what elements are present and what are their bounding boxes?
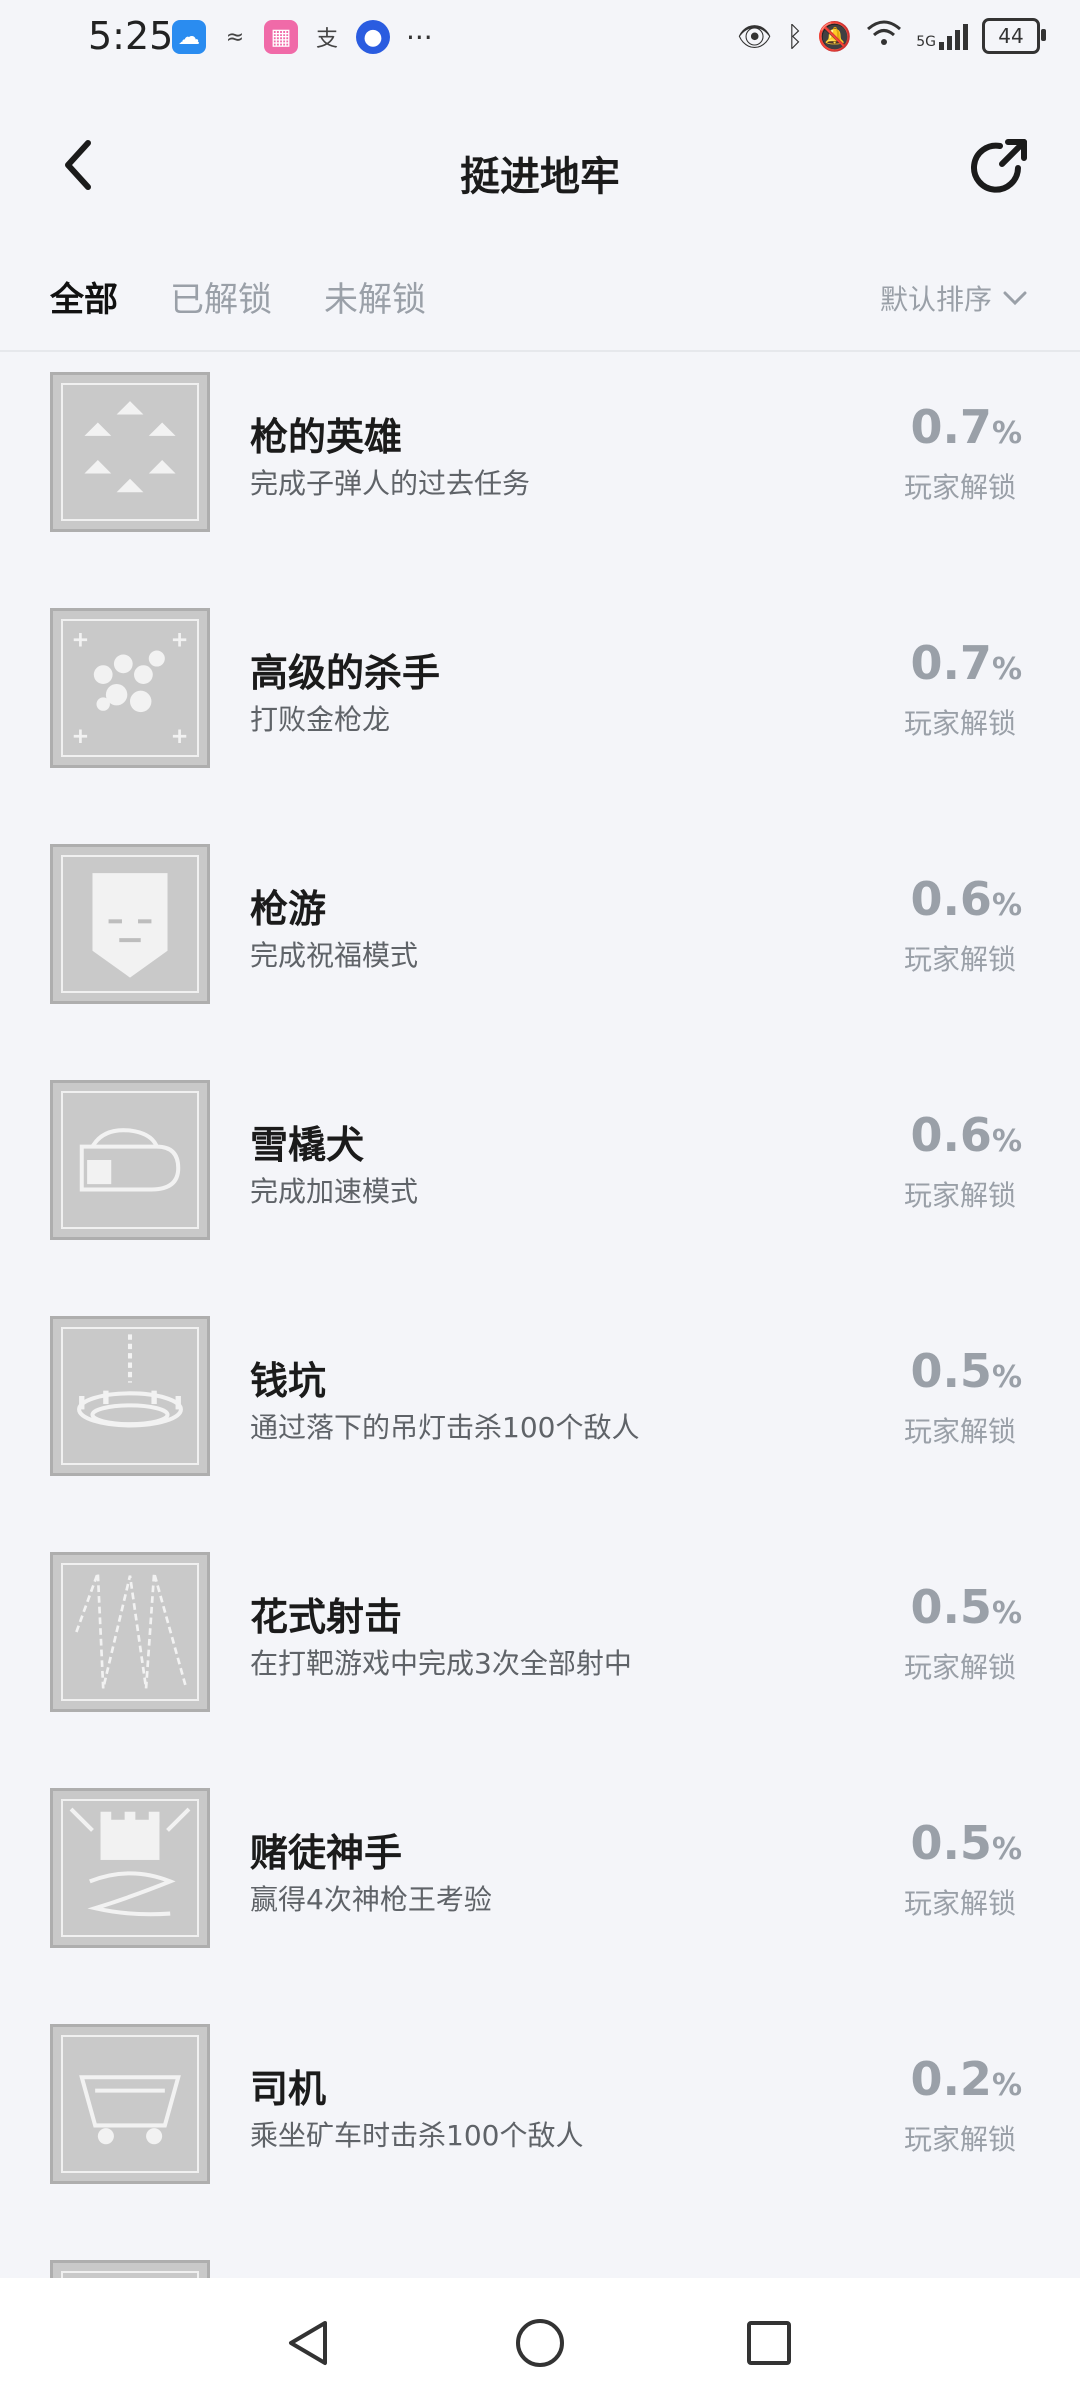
- notification-icons: ☁ ≈ ▦ 支 ● ···: [172, 20, 433, 54]
- zigzag-icon: [75, 1572, 188, 1689]
- castle-icon: [69, 1807, 191, 1917]
- achievement-list[interactable]: 枪的英雄 完成子弹人的过去任务 0.7% 玩家解锁 高级的杀手 打败金枪龙 0.…: [0, 352, 1080, 2278]
- achievement-name: 花式射击: [250, 1595, 403, 1639]
- achievement-name: 高级的杀手: [250, 651, 441, 695]
- achievement-desc: 完成加速模式: [250, 1175, 419, 1208]
- filter-tabs: 全部 已解锁 未解锁 默认排序: [0, 260, 1080, 350]
- nav-home-button[interactable]: [505, 2308, 575, 2378]
- achievement-name: 司机: [250, 2067, 327, 2111]
- app-notify-icon: 支: [315, 27, 338, 52]
- unlock-label: 玩家解锁: [903, 1179, 1016, 1212]
- page-title: 挺进地牢: [460, 154, 620, 200]
- unlock-label: 玩家解锁: [903, 471, 1016, 504]
- chevron-down-icon: [1003, 291, 1027, 306]
- circle-home-icon: [516, 2319, 564, 2367]
- dragon-icon: [73, 633, 187, 743]
- achievement-name: 雪橇犬: [250, 1123, 365, 1167]
- achievement-badge: [50, 372, 210, 532]
- mask-icon: [92, 873, 168, 978]
- app-notify-icon: ≈: [225, 24, 245, 50]
- achievement-desc: 乘坐矿车时击杀100个敌人: [250, 2119, 584, 2152]
- triangles-icon: [84, 401, 176, 493]
- achievement-badge: [50, 1316, 210, 1476]
- system-icons: 👁 ᛒ 🔕 5G 44: [737, 18, 1046, 54]
- achievement-name: 钱坑: [250, 1359, 327, 1403]
- achievement-name: 枪的英雄: [250, 415, 403, 459]
- share-icon: [971, 139, 1027, 193]
- app-header: 挺进地牢: [0, 100, 1080, 240]
- nav-back-button[interactable]: [274, 2308, 344, 2378]
- unlock-label: 玩家解锁: [903, 1651, 1016, 1684]
- square-recents-icon: [747, 2321, 791, 2365]
- achievement-item[interactable]: 钱坑 通过落下的吊灯击杀100个敌人 0.5% 玩家解锁: [0, 1306, 1080, 1542]
- status-time: 5:25: [88, 14, 174, 58]
- achievement-desc: 在打靶游戏中完成3次全部射中: [250, 1647, 632, 1680]
- weather-icon: ☁: [172, 20, 206, 54]
- achievement-item[interactable]: 枪的英雄 完成子弹人的过去任务 0.7% 玩家解锁: [0, 362, 1080, 598]
- boot-icon: [79, 1128, 181, 1192]
- unlock-label: 玩家解锁: [903, 707, 1016, 740]
- chandelier-icon: [77, 1334, 183, 1428]
- unlock-percent: 0.6%: [910, 872, 1022, 926]
- wifi-icon: [866, 19, 902, 54]
- tab-all[interactable]: 全部: [50, 272, 118, 321]
- more-notifications-icon: ···: [406, 20, 433, 54]
- unlock-label: 玩家解锁: [903, 2123, 1016, 2156]
- achievement-badge: [50, 1552, 210, 1712]
- achievement-item[interactable]: 赌徒神手 赢得4次神枪王考验 0.5% 玩家解锁: [0, 1778, 1080, 2014]
- unlock-percent: 0.2%: [910, 2052, 1022, 2106]
- system-nav-bar: [0, 2278, 1080, 2400]
- achievement-badge: [50, 608, 210, 768]
- achievement-badge: [50, 1080, 210, 1240]
- mute-icon: 🔕: [817, 19, 853, 53]
- achievement-item[interactable]: 雪橇犬 完成加速模式 0.6% 玩家解锁: [0, 1070, 1080, 1306]
- signal-icon: 5G: [916, 22, 968, 50]
- app-notify-icon: ▦: [264, 20, 298, 54]
- achievement-desc: 完成祝福模式: [250, 939, 419, 972]
- sort-dropdown[interactable]: 默认排序: [880, 278, 1028, 318]
- tab-unlocked[interactable]: 已解锁: [170, 272, 272, 321]
- app-notify-icon: ●: [356, 20, 390, 54]
- status-bar: 5:25 ☁ ≈ ▦ 支 ● ··· 👁 ᛒ 🔕 5G 44: [0, 0, 1080, 78]
- achievement-desc: 完成子弹人的过去任务: [250, 467, 531, 500]
- bluetooth-icon: ᛒ: [786, 19, 804, 53]
- achievement-name: 赌徒神手: [250, 1831, 403, 1875]
- achievement-item[interactable]: 司机 乘坐矿车时击杀100个敌人 0.2% 玩家解锁: [0, 2014, 1080, 2250]
- unlock-percent: 0.7%: [910, 400, 1022, 454]
- achievement-desc: 赢得4次神枪王考验: [250, 1883, 492, 1916]
- unlock-label: 玩家解锁: [903, 1415, 1016, 1448]
- unlock-percent: 0.5%: [910, 1816, 1022, 1870]
- achievement-item[interactable]: 花式射击 在打靶游戏中完成3次全部射中 0.5% 玩家解锁: [0, 1542, 1080, 1778]
- signal-label: 5G: [916, 34, 936, 50]
- achievement-item[interactable]: 高级的杀手 打败金枪龙 0.7% 玩家解锁: [0, 598, 1080, 834]
- achievement-name: 枪游: [250, 887, 327, 931]
- achievement-item[interactable]: [0, 2250, 1080, 2278]
- minecart-icon: [79, 2075, 181, 2145]
- achievement-badge: [50, 844, 210, 1004]
- share-button[interactable]: [968, 134, 1032, 198]
- tab-locked[interactable]: 未解锁: [324, 272, 426, 321]
- achievement-item[interactable]: 枪游 完成祝福模式 0.6% 玩家解锁: [0, 834, 1080, 1070]
- achievement-badge: [50, 1788, 210, 1948]
- unlock-percent: 0.5%: [910, 1580, 1022, 1634]
- unlock-label: 玩家解锁: [903, 943, 1016, 976]
- sort-label: 默认排序: [879, 283, 992, 316]
- battery-indicator: 44: [982, 18, 1046, 54]
- eye-icon: 👁: [737, 19, 773, 53]
- achievement-badge: [50, 2260, 210, 2278]
- unlock-percent: 0.6%: [910, 1108, 1022, 1162]
- achievement-desc: 打败金枪龙: [250, 703, 391, 736]
- achievement-desc: 通过落下的吊灯击杀100个敌人: [250, 1411, 640, 1444]
- unlock-percent: 0.5%: [910, 1344, 1022, 1398]
- nav-recents-button[interactable]: [734, 2308, 804, 2378]
- unlock-percent: 0.7%: [910, 636, 1022, 690]
- triangle-back-icon: [289, 2321, 327, 2365]
- unlock-label: 玩家解锁: [903, 1887, 1016, 1920]
- achievement-badge: [50, 2024, 210, 2184]
